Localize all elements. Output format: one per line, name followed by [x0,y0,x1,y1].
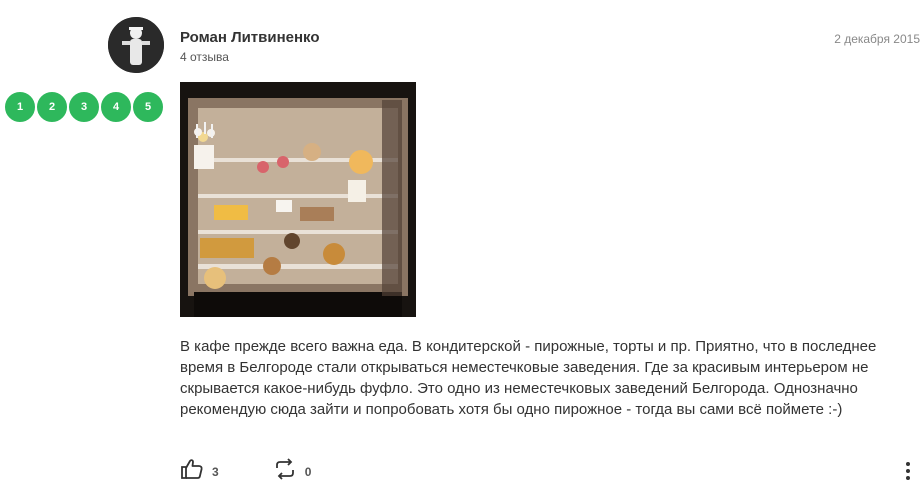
more-options-button[interactable] [904,460,912,487]
rating-point-3: 3 [68,91,100,123]
author-name[interactable]: Роман Литвиненко [180,29,320,46]
review-text: В кафе прежде всего важна еда. В кондите… [180,338,877,418]
rating-stars: 1 2 3 4 5 [4,91,164,123]
rating-point-2: 2 [36,91,68,123]
review-photo[interactable] [180,82,416,317]
repost-button[interactable]: 0 [273,458,312,485]
rating-point-5: 5 [132,91,164,123]
like-icon [180,458,204,485]
review-actions: 3 0 [180,458,365,485]
more-icon [904,462,912,486]
rating-point-1: 1 [4,91,36,123]
like-button[interactable]: 3 [180,458,219,485]
review-date: 2 декабря 2015 [834,32,920,46]
repost-icon [273,458,297,485]
author-review-count[interactable]: 4 отзыва [180,50,229,64]
repost-count: 0 [304,464,312,479]
rating-point-4: 4 [100,91,132,123]
like-count: 3 [212,464,219,479]
author-avatar[interactable] [108,17,164,73]
